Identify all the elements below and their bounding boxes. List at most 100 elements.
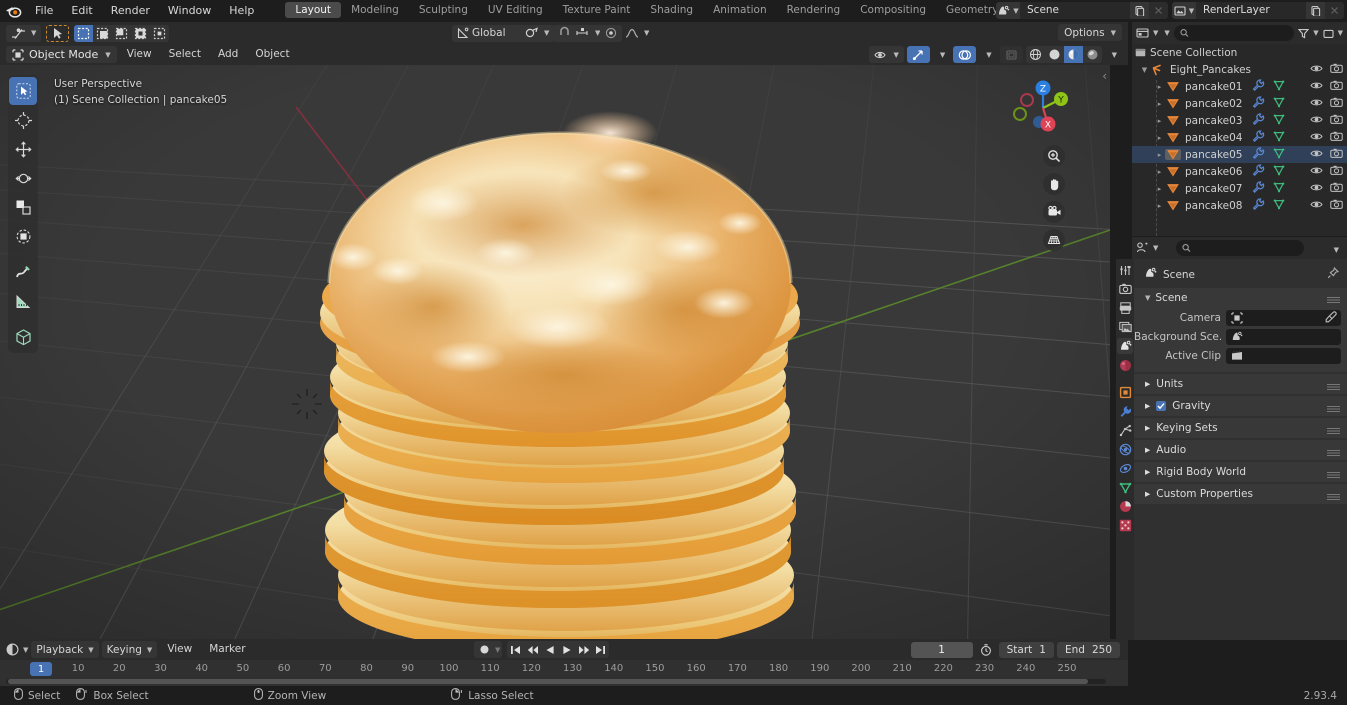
- material-preview-shading-icon[interactable]: [1063, 46, 1083, 63]
- expand-triangle-icon[interactable]: ▼: [1139, 66, 1150, 74]
- select-intersect-icon[interactable]: [150, 25, 169, 42]
- snap-group[interactable]: ▼: [553, 24, 606, 42]
- outliner-row-pancake08[interactable]: ▸ pancake08: [1132, 197, 1347, 214]
- properties-panel[interactable]: Scene ▼ Scene Camera Background Sce... A…: [1134, 259, 1347, 640]
- view-layer-tab[interactable]: [1117, 319, 1133, 335]
- expand-triangle-icon[interactable]: ▸: [1154, 134, 1165, 142]
- hide-in-viewport-icon[interactable]: [1310, 199, 1323, 213]
- tab-animation[interactable]: Animation: [703, 2, 777, 18]
- mesh-data-icon[interactable]: [1273, 147, 1285, 162]
- timeline-editor-type-dropdown[interactable]: ▼: [6, 643, 28, 656]
- sub-panel-audio[interactable]: ▸ Audio: [1134, 440, 1347, 460]
- remove-viewlayer-button[interactable]: [1325, 2, 1344, 19]
- measure-tool[interactable]: [9, 287, 37, 315]
- outliner-row-pancake03[interactable]: ▸ pancake03: [1132, 112, 1347, 129]
- sub-panel-rigid-body-world[interactable]: ▸ Rigid Body World: [1134, 462, 1347, 482]
- panel-checkbox[interactable]: [1156, 401, 1167, 411]
- show-overlays-toggle[interactable]: [953, 46, 977, 63]
- camera-field[interactable]: [1226, 309, 1341, 326]
- constraint-tab[interactable]: [1117, 460, 1133, 476]
- menu-file[interactable]: File: [26, 2, 62, 20]
- tab-uv-editing[interactable]: UV Editing: [478, 2, 553, 18]
- menu-help[interactable]: Help: [220, 2, 263, 20]
- expand-triangle-icon[interactable]: ▸: [1154, 117, 1165, 125]
- modifier-icon[interactable]: [1252, 96, 1265, 111]
- disable-in-renders-icon[interactable]: [1330, 80, 1343, 94]
- outliner-row-eight-pancakes[interactable]: ▼ Eight_Pancakes: [1132, 61, 1347, 78]
- menu-edit[interactable]: Edit: [62, 2, 101, 20]
- mesh-data-icon[interactable]: [1273, 130, 1285, 145]
- current-frame-field[interactable]: 1: [910, 641, 973, 658]
- panel-expand-icon[interactable]: ▸: [1145, 444, 1150, 456]
- zoom-icon[interactable]: [1043, 145, 1065, 167]
- disable-in-renders-icon[interactable]: [1330, 114, 1343, 128]
- navigation-gizmo[interactable]: Y Z X: [1012, 77, 1074, 139]
- timeline-scrollbar-thumb[interactable]: [8, 679, 1088, 684]
- mesh-data-icon[interactable]: [1273, 181, 1285, 196]
- outliner-row-pancake02[interactable]: ▸ pancake02: [1132, 95, 1347, 112]
- jump-to-start-icon[interactable]: [507, 641, 524, 658]
- expand-triangle-icon[interactable]: ▸: [1154, 185, 1165, 193]
- camera-icon[interactable]: [1043, 201, 1065, 223]
- jump-to-end-icon[interactable]: [592, 641, 609, 658]
- show-gizmo-toggle[interactable]: [906, 46, 930, 63]
- outliner-row-pancake06[interactable]: ▸ pancake06: [1132, 163, 1347, 180]
- viewport-3d[interactable]: User Perspective (1) Scene Collection | …: [0, 65, 1110, 639]
- modifier-icon[interactable]: [1252, 147, 1265, 162]
- proportional-falloff-dropdown[interactable]: ▼: [620, 25, 654, 42]
- modifier-icon[interactable]: [1252, 130, 1265, 145]
- shading-options-dropdown[interactable]: ▼: [1105, 46, 1122, 63]
- keying-dropdown[interactable]: Keying ▼: [101, 641, 158, 658]
- end-frame-field[interactable]: End 250: [1056, 641, 1120, 658]
- texture-tab[interactable]: [1117, 517, 1133, 533]
- start-frame-field[interactable]: Start 1: [998, 641, 1054, 658]
- add-cube-tool[interactable]: [9, 323, 37, 351]
- playback-dropdown[interactable]: Playback ▼: [31, 641, 99, 658]
- sub-panel-units[interactable]: ▸ Units: [1134, 374, 1347, 394]
- perspective-toggle-icon[interactable]: [1043, 229, 1065, 251]
- interaction-mode-dropdown[interactable]: Object Mode ▼: [6, 46, 117, 63]
- modifier-icon[interactable]: [1252, 164, 1265, 179]
- expand-triangle-icon[interactable]: ▸: [1154, 202, 1165, 210]
- tab-shading[interactable]: Shading: [640, 2, 703, 18]
- panel-expand-icon[interactable]: ▸: [1145, 378, 1150, 390]
- jump-next-keyframe-icon[interactable]: [575, 641, 592, 658]
- modifier-icon[interactable]: [1252, 79, 1265, 94]
- snap-pivot-dropdown[interactable]: ▼: [520, 24, 555, 42]
- select-new-icon[interactable]: [74, 24, 94, 42]
- properties-editor-type-dropdown[interactable]: ▼: [1136, 242, 1158, 254]
- viewport-menu-add[interactable]: Add: [211, 46, 245, 63]
- viewport-menu-view[interactable]: View: [120, 46, 159, 63]
- panel-expand-icon[interactable]: ▸: [1145, 488, 1150, 500]
- tab-rendering[interactable]: Rendering: [777, 2, 851, 18]
- pin-icon[interactable]: [1327, 266, 1340, 282]
- tab-modeling[interactable]: Modeling: [341, 2, 409, 18]
- outliner-display-mode-dropdown[interactable]: ▼: [1162, 29, 1169, 37]
- tab-compositing[interactable]: Compositing: [850, 2, 936, 18]
- hide-in-viewport-icon[interactable]: [1310, 80, 1323, 94]
- scene-panel-header[interactable]: ▼ Scene: [1134, 288, 1347, 307]
- modifier-icon[interactable]: [1252, 198, 1265, 213]
- mesh-data-icon[interactable]: [1273, 113, 1285, 128]
- disable-in-renders-icon[interactable]: [1330, 131, 1343, 145]
- properties-options-dropdown[interactable]: ▼: [1332, 242, 1343, 255]
- expand-triangle-icon[interactable]: ▸: [1154, 83, 1165, 91]
- scene-name-field[interactable]: Scene: [1020, 2, 1130, 19]
- mesh-data-icon[interactable]: [1273, 79, 1285, 94]
- snap-increment-icon[interactable]: [575, 26, 589, 41]
- panel-expand-icon[interactable]: ▼: [1145, 294, 1150, 302]
- unlink-scene-button[interactable]: [1149, 2, 1168, 19]
- world-tab[interactable]: [1117, 357, 1133, 373]
- viewport-options-dropdown[interactable]: Options ▼: [1058, 24, 1122, 41]
- hide-in-viewport-icon[interactable]: [1310, 63, 1323, 77]
- scene-selector[interactable]: ▼ Scene: [996, 2, 1168, 19]
- hide-in-viewport-icon[interactable]: [1310, 97, 1323, 111]
- outliner-filter-button[interactable]: ▼: [1298, 28, 1319, 39]
- mesh-data-icon[interactable]: [1273, 96, 1285, 111]
- timeline-scrollbar-track[interactable]: [6, 679, 1106, 684]
- gizmo-options-dropdown[interactable]: ▼: [933, 46, 950, 63]
- auto-keying-group[interactable]: ▼: [474, 641, 503, 658]
- overlay-options-dropdown[interactable]: ▼: [979, 46, 996, 63]
- annotate-tool[interactable]: [9, 258, 37, 286]
- eyedropper-icon[interactable]: [1325, 310, 1337, 326]
